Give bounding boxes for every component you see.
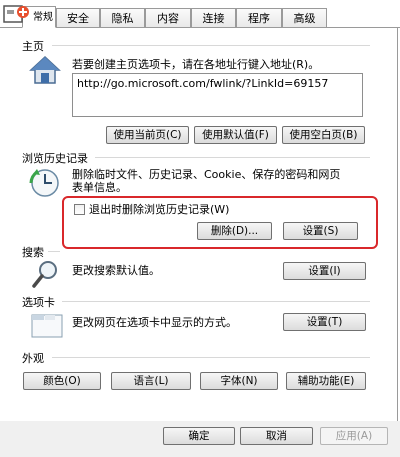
tabs-section-title: 选项卡 <box>22 296 55 309</box>
ok-button[interactable]: 确定 <box>163 427 235 445</box>
accessibility-button[interactable]: 辅助功能(E) <box>286 372 366 390</box>
tab-security[interactable]: 安全 <box>56 8 100 27</box>
search-divider <box>48 251 60 252</box>
use-default-button[interactable]: 使用默认值(F) <box>194 126 277 144</box>
colors-button[interactable]: 颜色(O) <box>23 372 101 390</box>
home-url-textarea[interactable]: http://go.microsoft.com/fwlink/?LinkId=6… <box>72 73 363 117</box>
delete-on-exit-label[interactable]: 退出时删除浏览历史记录(W) <box>89 203 229 216</box>
tab-content[interactable]: 内容 <box>145 8 191 27</box>
languages-button[interactable]: 语言(L) <box>111 372 191 390</box>
history-description-line1: 删除临时文件、历史记录、Cookie、保存的密码和网页 <box>72 168 341 181</box>
history-section-title: 浏览历史记录 <box>22 152 88 165</box>
search-settings-button[interactable]: 设置(I) <box>283 262 366 280</box>
appearance-divider <box>52 357 370 358</box>
home-icon <box>28 54 62 86</box>
tab-advanced[interactable]: 高级 <box>282 8 327 27</box>
tabs-description: 更改网页在选项卡中显示的方式。 <box>72 316 237 329</box>
tab-strip: 常规 安全 隐私 内容 连接 程序 高级 <box>0 6 400 28</box>
history-clock-icon <box>28 166 62 200</box>
tab-privacy[interactable]: 隐私 <box>100 8 145 27</box>
history-divider <box>95 157 370 158</box>
search-magnifier-icon <box>30 258 62 290</box>
home-description: 若要创建主页选项卡，请在各地址行键入地址(R)。 <box>72 58 320 71</box>
app-logo <box>2 2 30 28</box>
cancel-button[interactable]: 取消 <box>240 427 313 445</box>
appearance-section-title: 外观 <box>22 352 44 365</box>
delete-history-button[interactable]: 删除(D)... <box>197 222 272 240</box>
home-section-title: 主页 <box>22 40 44 53</box>
tabs-window-icon <box>30 310 64 340</box>
search-description: 更改搜索默认值。 <box>72 264 160 277</box>
apply-button[interactable]: 应用(A) <box>320 427 388 445</box>
tab-connections[interactable]: 连接 <box>191 8 236 27</box>
tabs-settings-button[interactable]: 设置(T) <box>283 313 366 331</box>
tabs-divider <box>62 301 370 302</box>
history-settings-button[interactable]: 设置(S) <box>283 222 358 240</box>
home-divider <box>52 45 370 46</box>
tab-programs[interactable]: 程序 <box>236 8 282 27</box>
use-current-button[interactable]: 使用当前页(C) <box>106 126 189 144</box>
delete-on-exit-checkbox[interactable] <box>74 204 85 215</box>
fonts-button[interactable]: 字体(N) <box>200 372 278 390</box>
history-description-line2: 表单信息。 <box>72 181 127 194</box>
use-blank-button[interactable]: 使用空白页(B) <box>282 126 365 144</box>
